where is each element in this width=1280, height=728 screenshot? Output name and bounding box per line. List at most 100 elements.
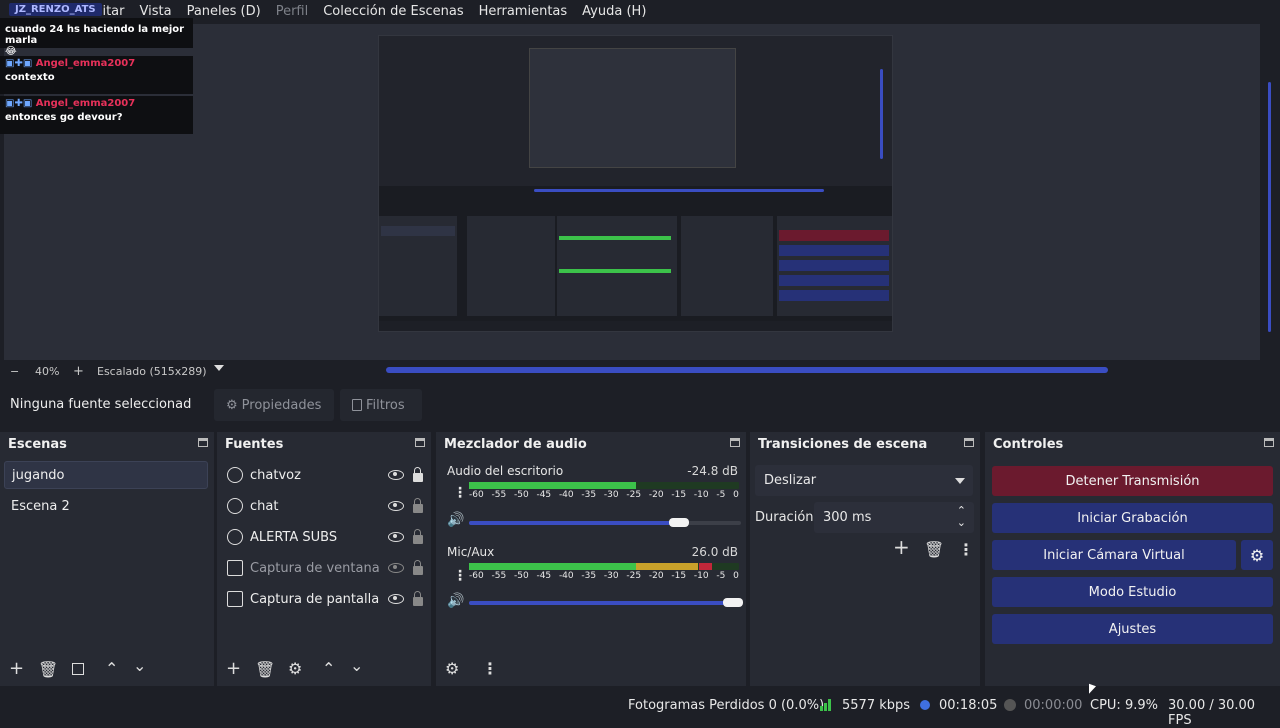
move-up-icon[interactable]: ⌃ [322, 661, 335, 677]
trash-icon[interactable]: 🗑 [255, 662, 275, 678]
unlock-icon[interactable] [413, 529, 423, 544]
unlock-icon[interactable] [413, 560, 423, 575]
dropped-frames: Fotogramas Perdidos 0 (0.0%) [628, 698, 825, 713]
menu-view[interactable]: Vista [140, 4, 172, 19]
trash-icon[interactable]: 🗑 [38, 662, 58, 678]
bitrate: 5577 kbps [842, 698, 911, 713]
zoom-level: 40% [35, 364, 60, 378]
meter-ticks: -60 -55 -50 -45 -40 -35 -30 -25 -20 -15 -10 -5 0 [469, 571, 739, 581]
undock-icon[interactable] [964, 438, 974, 447]
source-label: Captura de ventana [250, 560, 380, 576]
speaker-icon[interactable]: 🔊 [447, 512, 464, 528]
chevron-down-icon [955, 478, 965, 484]
speaker-icon[interactable]: 🔊 [447, 593, 464, 609]
volume-meter [469, 563, 739, 570]
add-source-icon[interactable]: + [226, 660, 241, 678]
mouse-cursor-icon [1089, 683, 1096, 697]
eye-icon[interactable] [388, 470, 404, 480]
menu-profile[interactable]: Perfil [276, 4, 309, 19]
menu-tools[interactable]: Herramientas [479, 4, 568, 19]
kebab-menu-icon[interactable]: ⋮ [958, 542, 974, 558]
settings-button[interactable]: Ajustes [992, 614, 1273, 644]
preview-vertical-scrollbar[interactable] [1268, 82, 1271, 332]
undock-icon[interactable] [730, 438, 740, 447]
record-time: 00:00:00 [1024, 698, 1083, 713]
duration-spinbox[interactable]: 300 ms ⌃ ⌄ [814, 502, 974, 533]
eye-icon[interactable] [388, 501, 404, 511]
stop-streaming-button[interactable]: Detener Transmisión [992, 466, 1273, 496]
source-item-alerta-subs[interactable]: ALERTA SUBS [227, 525, 423, 549]
eye-icon[interactable] [388, 532, 404, 542]
filters-button[interactable]: Filtros [340, 389, 422, 421]
scaling-label: Escalado (515x289) [97, 364, 207, 378]
scene-item-escena-2[interactable]: Escena 2 [4, 492, 208, 520]
volume-knob[interactable] [669, 518, 689, 527]
record-icon [1004, 699, 1016, 711]
move-up-icon[interactable]: ⌃ [105, 661, 118, 677]
duration-label: Duración [755, 510, 814, 525]
audio-mixer-dock: Mezclador de audio Audio del escritorio … [436, 432, 746, 686]
channel-db: -24.8 dB [687, 464, 738, 478]
menu-docks[interactable]: Paneles (D) [187, 4, 261, 19]
kebab-menu-icon[interactable]: ⋮ [453, 485, 467, 501]
start-virtual-camera-button[interactable]: Iniciar Cámara Virtual [992, 540, 1236, 570]
transitions-dock: Transiciones de escena Deslizar Duración… [750, 432, 980, 686]
lock-icon[interactable] [413, 467, 423, 482]
source-item-chat[interactable]: chat [227, 494, 423, 518]
move-down-icon[interactable]: ⌄ [350, 658, 363, 674]
volume-slider[interactable] [469, 601, 739, 605]
eye-icon[interactable] [388, 594, 404, 604]
zoom-out-button[interactable]: − [10, 365, 19, 378]
chat-username: Angel_emma2007 [35, 58, 136, 69]
undock-icon[interactable] [415, 438, 425, 447]
studio-mode-button[interactable]: Modo Estudio [992, 577, 1273, 607]
scaling-dropdown-icon[interactable] [214, 365, 224, 371]
unlock-icon[interactable] [413, 498, 423, 513]
stream-time: 00:18:05 [939, 698, 998, 713]
sources-title: Fuentes [225, 437, 284, 452]
scene-filter-icon[interactable] [72, 663, 84, 675]
spin-down-icon[interactable]: ⌄ [957, 516, 966, 529]
duration-value: 300 ms [823, 510, 872, 525]
source-label: ALERTA SUBS [250, 529, 338, 545]
gear-icon: ⚙ [1249, 545, 1265, 565]
gear-icon[interactable]: ⚙ [445, 661, 459, 677]
add-transition-icon[interactable]: + [893, 537, 910, 557]
kebab-menu-icon[interactable]: ⋮ [482, 661, 498, 677]
move-down-icon[interactable]: ⌄ [133, 658, 146, 674]
scene-label: jugando [12, 467, 65, 483]
trash-icon[interactable]: 🗑 [924, 542, 944, 558]
source-item-chatvoz[interactable]: chatvoz [227, 463, 423, 487]
volume-slider[interactable] [469, 521, 685, 525]
volume-meter [469, 482, 739, 489]
add-scene-icon[interactable]: + [9, 660, 24, 678]
fps: 30.00 / 30.00 FPS [1168, 698, 1256, 728]
window-icon [227, 560, 243, 576]
cpu-usage: CPU: 9.9% [1090, 698, 1158, 713]
chat-badges-icon: ▣✚▣ [5, 98, 36, 109]
unlock-icon[interactable] [413, 591, 423, 606]
start-recording-button[interactable]: Iniciar Grabación [992, 503, 1273, 533]
volume-knob[interactable] [723, 598, 743, 607]
menu-scene-collection[interactable]: Colección de Escenas [323, 4, 463, 19]
globe-icon [227, 529, 243, 545]
preview-horizontal-scrollbar[interactable] [386, 367, 1108, 373]
chat-message-2: ▣✚▣ Angel_emma2007 contexto [0, 56, 193, 94]
chat-message-1: cuando 24 hs haciendo la mejor marla 😂 [0, 18, 193, 57]
status-bar: Fotogramas Perdidos 0 (0.0%) 5577 kbps 0… [0, 690, 1280, 728]
transition-select[interactable]: Deslizar [755, 465, 973, 496]
virtual-camera-settings-button[interactable]: ⚙ [1241, 540, 1273, 570]
menu-help[interactable]: Ayuda (H) [582, 4, 646, 19]
properties-button[interactable]: ⚙ Propiedades [214, 389, 334, 421]
undock-icon[interactable] [198, 438, 208, 447]
kebab-menu-icon[interactable]: ⋮ [453, 568, 467, 584]
source-item-captura-pantalla[interactable]: Captura de pantalla [227, 587, 423, 611]
properties-bar: Ninguna fuente seleccionad ⚙ Propiedades … [0, 385, 1280, 425]
gear-icon[interactable]: ⚙ [288, 661, 302, 677]
zoom-in-button[interactable]: + [73, 364, 84, 379]
scene-item-jugando[interactable]: jugando [4, 461, 208, 489]
undock-icon[interactable] [1264, 438, 1274, 447]
nested-capture [378, 35, 893, 332]
source-item-captura-ventana[interactable]: Captura de ventana [227, 556, 423, 580]
eye-hidden-icon[interactable] [388, 563, 404, 573]
